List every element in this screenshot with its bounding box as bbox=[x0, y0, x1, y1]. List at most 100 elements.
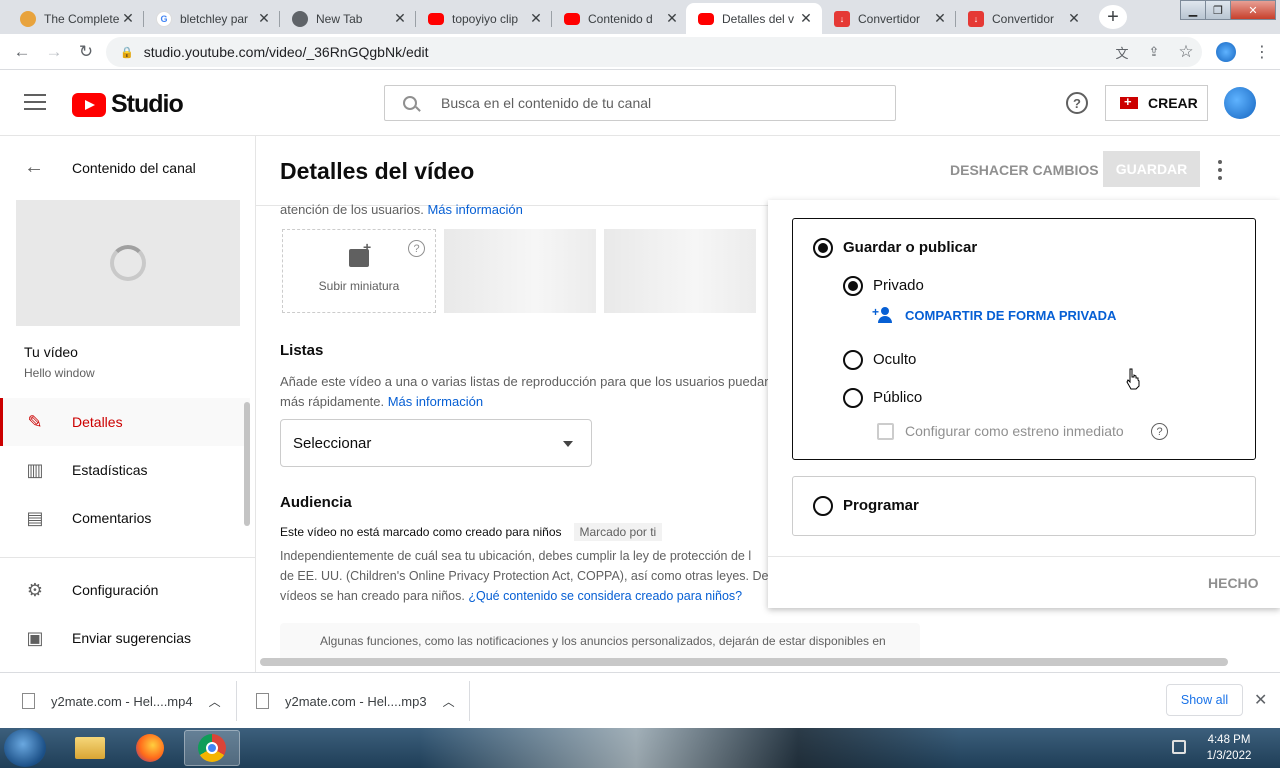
address-bar[interactable]: 🔒 studio.youtube.com/video/_36RnGQgbNk/e… bbox=[106, 37, 1202, 67]
unlisted-radio[interactable] bbox=[843, 350, 863, 370]
browser-tab[interactable]: Contenido d ✕ bbox=[552, 3, 688, 34]
help-icon[interactable]: ? bbox=[1066, 92, 1088, 114]
back-to-content-link[interactable]: ← Contenido del canal bbox=[24, 156, 196, 179]
sidebar-item-comments[interactable]: ▤ Comentarios bbox=[0, 494, 250, 542]
download-filename: y2mate.com - Hel....mp3 bbox=[285, 693, 427, 709]
bookmark-star-icon[interactable]: ☆ bbox=[1174, 40, 1198, 64]
dropdown-arrow-icon bbox=[563, 441, 573, 447]
sidebar-item-label: Configuración bbox=[72, 582, 159, 598]
chevron-up-icon[interactable]: ︿ bbox=[443, 693, 455, 710]
select-label: Seleccionar bbox=[293, 434, 372, 452]
close-tab-icon[interactable]: ✕ bbox=[932, 10, 948, 27]
browser-tab[interactable]: G bletchley par ✕ bbox=[144, 3, 280, 34]
more-info-link[interactable]: Más información bbox=[427, 202, 522, 217]
schedule-card[interactable]: Programar bbox=[792, 476, 1256, 536]
download-icon: ↓ bbox=[834, 10, 850, 27]
sidebar-item-feedback[interactable]: ▣ Enviar sugerencias bbox=[0, 614, 250, 662]
download-item[interactable]: y2mate.com - Hel....mp3 ︿ bbox=[256, 673, 455, 729]
premiere-checkbox[interactable] bbox=[877, 423, 894, 440]
start-button[interactable] bbox=[4, 729, 46, 767]
browser-tab[interactable]: ↓ Convertidor ✕ bbox=[822, 3, 956, 34]
auto-thumbnail-option[interactable] bbox=[444, 229, 596, 313]
network-icon[interactable] bbox=[1172, 740, 1186, 754]
hamburger-menu-icon[interactable] bbox=[24, 94, 46, 112]
close-tab-icon[interactable]: ✕ bbox=[528, 10, 544, 27]
schedule-radio[interactable] bbox=[813, 496, 833, 516]
close-icon[interactable]: ✕ bbox=[1254, 690, 1267, 710]
system-clock[interactable]: 4:48 PM 1/3/2022 bbox=[1198, 732, 1260, 764]
close-tab-icon[interactable]: ✕ bbox=[798, 10, 814, 27]
studio-sidebar: ← Contenido del canal Tu vídeo Hello win… bbox=[0, 136, 256, 672]
more-info-link[interactable]: Más información bbox=[388, 394, 483, 409]
close-tab-icon[interactable]: ✕ bbox=[256, 10, 272, 27]
sidebar-item-details[interactable]: ✎ Detalles bbox=[0, 398, 250, 446]
close-window-button[interactable]: ✕ bbox=[1230, 0, 1276, 20]
sidebar-scrollbar[interactable] bbox=[244, 402, 250, 526]
save-publish-radio[interactable] bbox=[813, 238, 833, 258]
close-tab-icon[interactable]: ✕ bbox=[120, 10, 136, 27]
chevron-up-icon[interactable]: ︿ bbox=[209, 693, 221, 710]
close-tab-icon[interactable]: ✕ bbox=[664, 10, 680, 27]
browser-tab[interactable]: topoyiyo clip ✕ bbox=[416, 3, 552, 34]
sidebar-item-label: Comentarios bbox=[72, 510, 152, 526]
undo-changes-button[interactable]: DESHACER CAMBIOS bbox=[950, 162, 1099, 178]
translate-icon[interactable]: 文 bbox=[1110, 40, 1134, 64]
add-person-icon: + bbox=[872, 305, 895, 323]
made-for-kids-link[interactable]: ¿Qué contenido se considera creado para … bbox=[468, 589, 742, 603]
playlist-select[interactable]: Seleccionar bbox=[280, 419, 592, 467]
back-arrow-icon[interactable]: ← bbox=[10, 40, 34, 64]
download-item[interactable]: y2mate.com - Hel....mp4 ︿ bbox=[22, 673, 221, 729]
add-photo-icon bbox=[349, 239, 371, 267]
desktop-wallpaper bbox=[420, 728, 960, 768]
browser-tab[interactable]: The Complete ✕ bbox=[8, 3, 144, 34]
help-icon[interactable]: ? bbox=[1151, 423, 1168, 440]
browser-tab-active[interactable]: Detalles del v ✕ bbox=[686, 3, 822, 34]
public-radio[interactable] bbox=[843, 388, 863, 408]
feedback-icon: ▣ bbox=[26, 627, 44, 648]
file-explorer-icon[interactable] bbox=[62, 730, 118, 766]
create-button[interactable]: CREAR bbox=[1105, 85, 1208, 121]
audience-desc-text: de EE. UU. (Children's Online Privacy Pr… bbox=[280, 569, 769, 583]
private-radio[interactable] bbox=[843, 276, 863, 296]
save-button[interactable]: GUARDAR bbox=[1103, 151, 1200, 187]
new-tab-button[interactable]: + bbox=[1099, 5, 1127, 29]
minimize-window-button[interactable]: ▁ bbox=[1180, 0, 1206, 20]
sidebar-item-analytics[interactable]: ▥ Estadísticas bbox=[0, 446, 250, 494]
sidebar-item-label: Enviar sugerencias bbox=[72, 630, 192, 646]
back-arrow-icon: ← bbox=[24, 156, 44, 178]
share-icon[interactable]: ⇪ bbox=[1142, 40, 1166, 64]
channel-avatar[interactable] bbox=[1224, 87, 1256, 119]
chrome-taskbar-icon[interactable] bbox=[184, 730, 240, 766]
firefox-icon[interactable] bbox=[122, 730, 178, 766]
auto-thumbnail-option[interactable] bbox=[604, 229, 756, 313]
show-all-button[interactable]: Show all bbox=[1166, 684, 1243, 716]
save-publish-card[interactable]: Guardar o publicar Privado + COMPARTIR D… bbox=[792, 218, 1256, 460]
sidebar-item-settings[interactable]: ⚙ Configuración bbox=[0, 566, 250, 614]
upload-thumbnail-button[interactable]: ? Subir miniatura bbox=[282, 229, 436, 313]
close-tab-icon[interactable]: ✕ bbox=[392, 10, 408, 27]
profile-avatar-icon[interactable] bbox=[1214, 40, 1238, 64]
video-thumbnail[interactable] bbox=[16, 200, 240, 326]
gear-icon: ⚙ bbox=[26, 579, 44, 600]
share-privately-button[interactable]: + COMPARTIR DE FORMA PRIVADA bbox=[872, 305, 1117, 323]
forward-arrow-icon[interactable]: → bbox=[42, 40, 66, 64]
browser-tab[interactable]: ↓ Convertidor ✕ bbox=[956, 3, 1090, 34]
more-options-icon[interactable] bbox=[1216, 160, 1224, 180]
horizontal-scrollbar[interactable] bbox=[260, 658, 1228, 666]
search-input[interactable]: Busca en el contenido de tu canal bbox=[384, 85, 896, 121]
done-button[interactable]: HECHO bbox=[1208, 575, 1259, 591]
maximize-window-button[interactable]: ❐ bbox=[1205, 0, 1231, 20]
youtube-studio-logo[interactable]: Studio bbox=[72, 90, 184, 119]
create-label: CREAR bbox=[1148, 95, 1198, 111]
browser-tab-strip: The Complete ✕ G bletchley par ✕ New Tab… bbox=[0, 0, 1280, 34]
audience-desc-text: vídeos se han creado para niños. bbox=[280, 589, 465, 603]
search-placeholder: Busca en el contenido de tu canal bbox=[441, 95, 652, 111]
help-icon[interactable]: ? bbox=[408, 240, 425, 257]
file-icon bbox=[256, 693, 269, 709]
share-privately-label: COMPARTIR DE FORMA PRIVADA bbox=[905, 307, 1117, 323]
playlists-desc-text: Añade este vídeo a una o varias listas d… bbox=[280, 374, 772, 389]
reload-icon[interactable]: ↻ bbox=[74, 40, 98, 64]
close-tab-icon[interactable]: ✕ bbox=[1066, 10, 1082, 27]
browser-tab[interactable]: New Tab ✕ bbox=[280, 3, 416, 34]
chrome-menu-icon[interactable]: ⋮ bbox=[1250, 40, 1274, 64]
